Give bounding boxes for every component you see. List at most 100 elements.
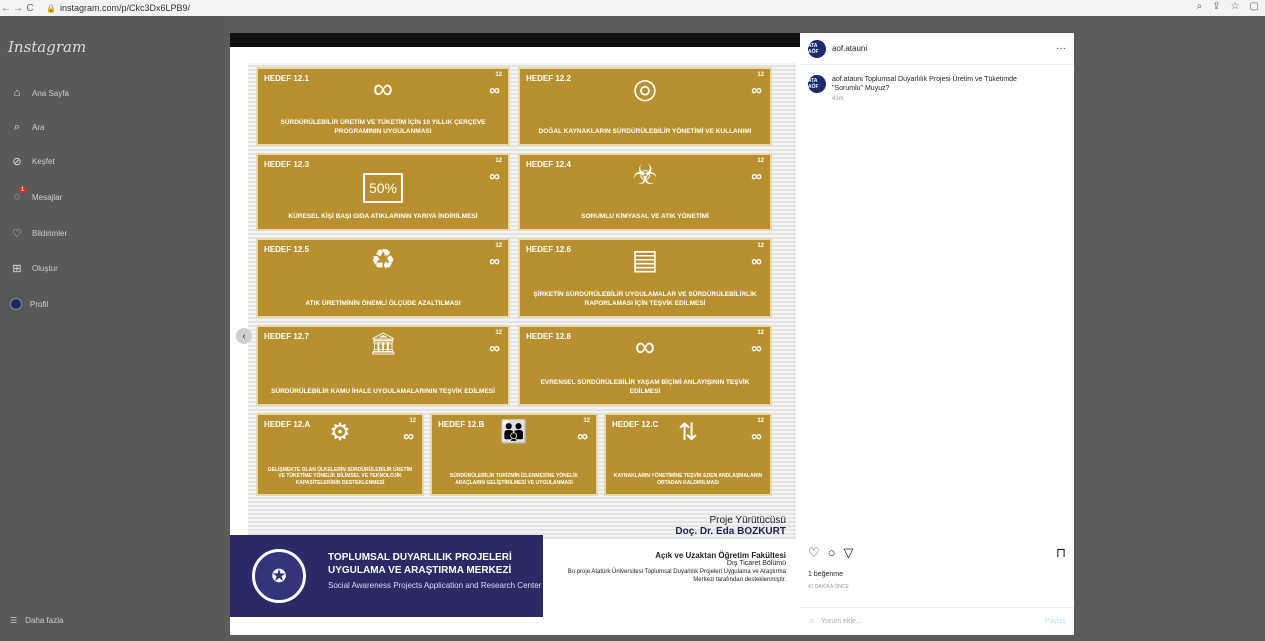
more-menu-button[interactable]: ☰ Daha fazla (10, 616, 63, 625)
sdg-poster: HEDEF 12.1 12 ∞ ∞ SÜRDÜRÜLEBİLİR ÜRETİM … (230, 47, 800, 635)
instagram-sidebar: Instagram ⌂ Ana Sayfa ⌕ Ara ⊘ Keşfet ◌ 1 … (0, 16, 225, 641)
comment-input[interactable]: Yorum ekle... (821, 618, 862, 625)
sdg-tag: 12 (757, 418, 764, 424)
infinity-icon: ∞ (489, 168, 500, 185)
target-card-12-5: HEDEF 12.5 12 ∞ ♻ ATIK ÜRETİMİNİN ÖNEMLİ… (256, 238, 510, 318)
infinity-icon: ∞ (403, 428, 414, 445)
sdg-tag: 12 (757, 72, 764, 78)
infinity-icon: ∞ (751, 82, 762, 99)
card-caption: EVRENSEL SÜRDÜRÜLEBİLİR YAŞAM BİÇİMİ ANL… (540, 379, 750, 395)
target-card-12-3: HEDEF 12.3 12 ∞ 50% KÜRESEL KİŞİ BAŞI GI… (256, 153, 510, 231)
card-caption: SÜRDÜRÜLEBİLİR KAMU İHALE UYGULAMALARINI… (271, 387, 495, 395)
plus-square-icon: ⊞ (12, 262, 22, 275)
sdg-tag: 12 (409, 418, 416, 424)
account-username[interactable]: aof.atauni (832, 44, 867, 53)
reload-icon[interactable]: C (24, 3, 36, 14)
card-caption: KAYNAKLARIN YÖNETİMİNE TEŞVİK EDEN ANDLA… (613, 473, 763, 486)
instagram-logo[interactable]: Instagram (8, 38, 86, 56)
sidebar-item-notifications[interactable]: ♡ Bildirimler (10, 226, 67, 240)
food-waste-bin-icon: 50% (362, 173, 404, 203)
share-icon[interactable]: ⇪ (1212, 1, 1220, 12)
back-icon[interactable]: ← (0, 3, 12, 14)
people-icon: ∞ (635, 331, 655, 362)
sidebar-item-explore[interactable]: ⊘ Keşfet (10, 154, 54, 168)
more-options-icon[interactable]: ··· (1056, 43, 1066, 54)
share-icon[interactable]: ▽ (844, 545, 854, 561)
card-caption: ATIK ÜRETİMİNİN ÖNEMLİ ÖLÇÜDE AZALTILMAS… (305, 299, 461, 307)
public-building-icon: 🏛 (369, 331, 397, 356)
like-count[interactable]: 1 beğenme (808, 571, 843, 578)
post-comment-button[interactable]: Paylaş (1045, 618, 1066, 625)
card-title: HEDEF 12.7 (264, 332, 309, 341)
target-card-12-2: HEDEF 12.2 12 ∞ ◎ DOĞAL KAYNAKLARIN SÜRD… (518, 67, 772, 146)
sidebar-item-search[interactable]: ⌕ Ara (10, 120, 45, 134)
infinity-icon: ∞ (577, 428, 588, 445)
target-card-12-4: HEDEF 12.4 12 ∞ ☣ SORUMLU KİMYASAL VE AT… (518, 153, 772, 231)
sdg-tag: 12 (757, 158, 764, 164)
card-caption: SÜRDÜRÜLEBİLİR ÜRETİM VE TÜKETİM İÇİN 10… (280, 119, 486, 135)
comment-bar: ☺ Yorum ekle... Paylaş (800, 607, 1074, 635)
zoom-icon[interactable]: ⌕ (1197, 1, 1203, 12)
search-icon: ⌕ (13, 120, 21, 133)
sdg-tag: 12 (583, 418, 590, 424)
card-title: HEDEF 12.4 (526, 160, 571, 169)
card-caption: ŞİRKETİN SÜRDÜRÜLEBİLİR UYGULAMALAR VE S… (533, 291, 757, 307)
card-title: HEDEF 12.8 (526, 332, 571, 341)
coordinator-name: Doç. Dr. Eda BOZKURT (675, 526, 786, 537)
sdg-tag: 12 (495, 72, 502, 78)
sidebar-item-home[interactable]: ⌂ Ana Sayfa (10, 86, 69, 100)
target-icon: ∞ (373, 73, 393, 104)
compass-icon: ⊘ (12, 155, 22, 168)
coordinator-label: Proje Yürütücüsü (709, 515, 786, 526)
like-icon[interactable]: ♡ (808, 545, 820, 561)
card-title: HEDEF 12.B (438, 420, 485, 429)
infinity-icon: ∞ (751, 168, 762, 185)
sdg-tag: 12 (495, 330, 502, 336)
caption-avatar[interactable]: ATA AÖF (808, 75, 826, 93)
emoji-icon[interactable]: ☺ (808, 618, 815, 625)
report-icon: ▤ (631, 244, 659, 275)
department-name: Dış Ticaret Bölümü (726, 560, 786, 567)
card-title: HEDEF 12.6 (526, 245, 571, 254)
forward-icon[interactable]: → (12, 3, 24, 14)
bookmark-star-icon[interactable]: ☆ (1231, 1, 1240, 12)
target-card-12-1: HEDEF 12.1 12 ∞ ∞ SÜRDÜRÜLEBİLİR ÜRETİM … (256, 67, 510, 146)
card-title: HEDEF 12.5 (264, 245, 309, 254)
sdg-tag: 12 (757, 330, 764, 336)
caption-time: 43m (832, 96, 844, 103)
gear-icon: ⚙ (329, 419, 351, 446)
messenger-icon: ◌ 1 (10, 187, 28, 204)
post-image[interactable]: HEDEF 12.1 12 ∞ ∞ SÜRDÜRÜLEBİLİR ÜRETİM … (230, 33, 800, 635)
heart-icon: ♡ (12, 227, 22, 240)
comment-icon[interactable]: ○ (828, 545, 836, 561)
sidebar-item-label: Ana Sayfa (32, 88, 69, 98)
card-title: HEDEF 12.1 (264, 74, 309, 83)
browser-toolbar: ← → C 🔒 instagram.com/p/Ckc3Dx6LPB9/ ⌕ ⇪… (0, 0, 1265, 16)
save-bookmark-icon[interactable]: ⊓ (1056, 545, 1066, 561)
sidebar-item-label: Profil (30, 299, 49, 309)
sdg-tag: 12 (757, 243, 764, 249)
card-caption: DOĞAL KAYNAKLARIN SÜRDÜRÜLEBİLİR YÖNETİM… (538, 127, 752, 135)
university-seal-icon: ✪ (252, 549, 306, 603)
sdg-tag: 12 (495, 243, 502, 249)
infinity-icon: ∞ (489, 82, 500, 99)
sidebar-item-create[interactable]: ⊞ Oluştur (10, 261, 57, 275)
message-badge: 1 (18, 187, 28, 193)
card-caption: KÜRESEL KİŞİ BAŞI GIDA ATIKLARININ YARIY… (288, 212, 478, 220)
caption-username[interactable]: aof.atauni (832, 76, 863, 83)
account-avatar[interactable]: ATA AÖF (808, 39, 826, 58)
banner-title: TOPLUMSAL DUYARLILIK PROJELERİ UYGULAMA … (328, 552, 512, 576)
infinity-icon: ∞ (751, 428, 762, 445)
previous-post-button[interactable]: ‹ (236, 328, 252, 344)
address-bar[interactable]: 🔒 instagram.com/p/Ckc3Dx6LPB9/ (46, 3, 190, 13)
recycle-icon: ♻ (370, 244, 396, 275)
target-card-12-c: HEDEF 12.C 12 ∞ ⇅ KAYNAKLARIN YÖNETİMİNE… (604, 413, 772, 496)
sdg-tag: 12 (495, 158, 502, 164)
profile-avatar (10, 298, 22, 310)
sidepanel-icon[interactable]: ▢ (1250, 1, 1259, 12)
sidebar-item-messages[interactable]: ◌ 1 Mesajlar (10, 187, 62, 204)
sidebar-item-profile[interactable]: Profil (10, 298, 48, 310)
card-caption: SORUMLU KİMYASAL VE ATIK YÖNETİMİ (581, 212, 709, 220)
target-grid: HEDEF 12.1 12 ∞ ∞ SÜRDÜRÜLEBİLİR ÜRETİM … (248, 63, 796, 539)
hazard-icon: ☣ (632, 159, 658, 190)
